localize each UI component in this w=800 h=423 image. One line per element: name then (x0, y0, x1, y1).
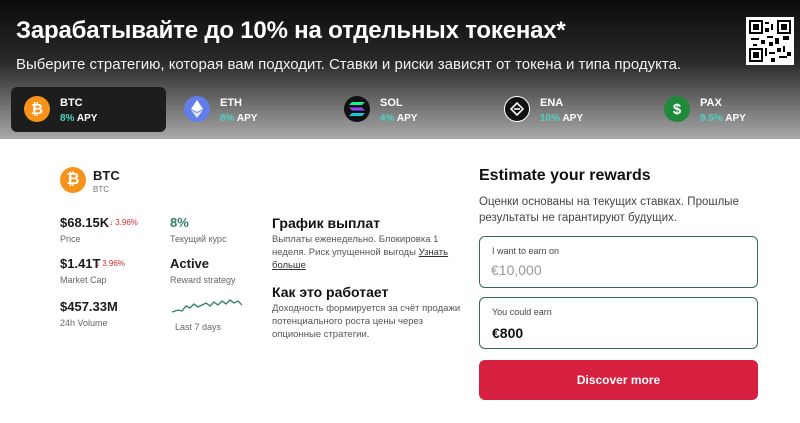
tab-apy: 8% APY (60, 113, 98, 124)
tab-name: BTC (60, 97, 83, 109)
volume-label: 24h Volume (60, 318, 108, 328)
tab-apy: 4% APY (380, 113, 418, 124)
tab-btc[interactable]: ₿ BTC 8% APY (11, 87, 166, 132)
hero-title: Зарабатывайте до 10% на отдельных токена… (16, 17, 566, 44)
strategy-label: Reward strategy (170, 275, 236, 285)
market-cap-value: $1.41T (60, 256, 101, 271)
rate-label: Текущий курс (170, 234, 227, 244)
bitcoin-icon: ₿ (24, 96, 50, 122)
market-cap-change: ↓ 3.96% (96, 259, 125, 268)
estimate-description: Оценки основаны на текущих ставках. Прош… (479, 196, 739, 224)
tab-apy: 8% APY (220, 113, 258, 124)
market-cap-label: Market Cap (60, 275, 107, 285)
bitcoin-icon: ₿ (60, 167, 86, 193)
solana-icon (344, 96, 370, 122)
strategy-value: Active (170, 256, 210, 271)
volume-value: $457.33M (60, 299, 118, 314)
tab-apy: 10% APY (540, 113, 583, 124)
tab-name: SOL (380, 97, 403, 109)
payout-title: График выплат (272, 215, 381, 231)
tab-name: PAX (700, 97, 722, 109)
could-earn-field: You could earn €800 (479, 297, 758, 349)
tab-pax[interactable]: $ PAX 9.5% APY (651, 87, 800, 132)
discover-more-button[interactable]: Discover more (479, 360, 758, 400)
ethena-icon (504, 96, 530, 122)
paxos-icon: $ (664, 96, 690, 122)
price-sparkline (172, 299, 242, 313)
tab-ena[interactable]: ENA 10% APY (491, 87, 646, 132)
qr-code-icon[interactable] (746, 17, 794, 65)
coin-symbol: BTC (93, 185, 109, 194)
could-earn-value: €800 (492, 325, 524, 341)
how-title: Как это работает (272, 284, 389, 300)
earn-on-label: I want to earn on (492, 246, 560, 256)
ethereum-icon (184, 96, 210, 122)
earn-on-field[interactable]: I want to earn on (479, 236, 758, 288)
rate-value: 8% (170, 215, 189, 230)
sparkline-label: Last 7 days (175, 322, 222, 332)
hero-subtitle: Выберите стратегию, которая вам подходит… (16, 56, 682, 73)
tab-name: ENA (540, 97, 564, 109)
tab-eth[interactable]: ETH 8% APY (171, 87, 326, 132)
token-tabs: ₿ BTC 8% APY ETH 8% APY SOL 4% APY ENA 1… (0, 87, 800, 135)
tab-sol[interactable]: SOL 4% APY (331, 87, 486, 132)
price-change: ↓ 3.96% (109, 218, 138, 227)
estimate-title: Estimate your rewards (479, 167, 651, 184)
how-text: Доходность формируется за счёт продажи п… (272, 303, 461, 340)
coin-name: BTC (93, 168, 120, 183)
price-label: Price (60, 234, 81, 244)
earn-on-input[interactable] (491, 262, 741, 278)
tab-name: ETH (220, 97, 242, 109)
could-earn-label: You could earn (492, 307, 552, 317)
tab-apy: 9.5% APY (700, 113, 746, 124)
price-value: $68.15K (60, 215, 110, 230)
payout-text: Выплаты еженедельно. Блокировка 1 неделя… (272, 234, 449, 271)
